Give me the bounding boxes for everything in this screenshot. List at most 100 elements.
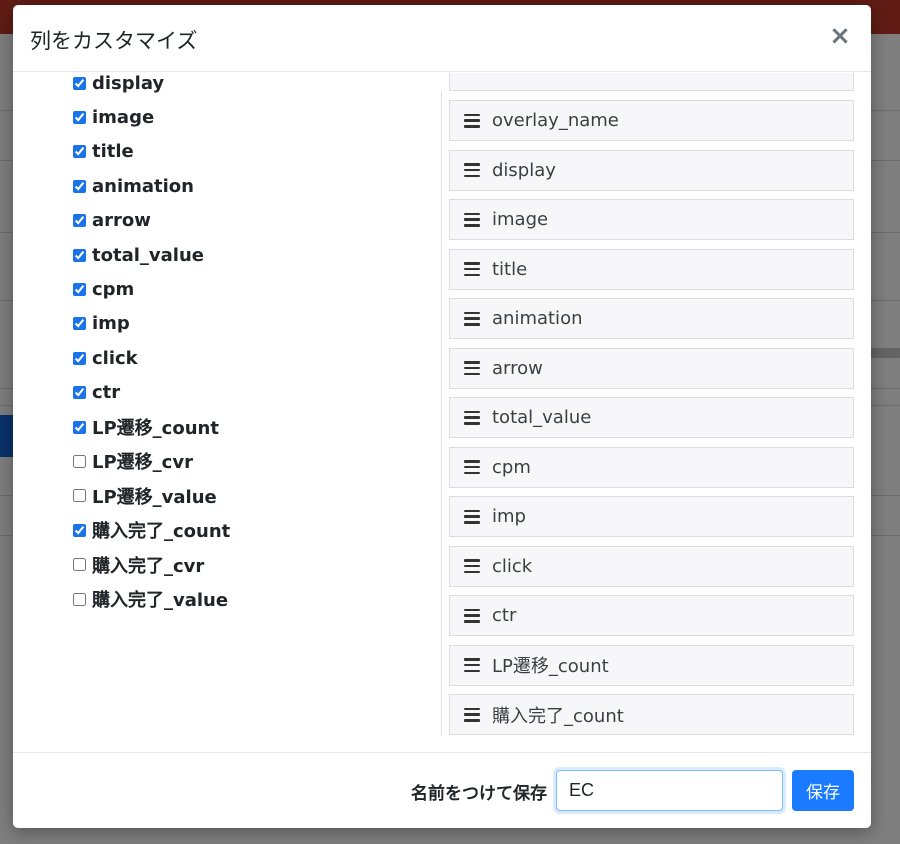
column-checkbox-item[interactable]: cpm [73, 274, 134, 304]
sortable-column-label: title [492, 258, 528, 280]
column-checkbox[interactable] [73, 489, 86, 503]
drag-handle-icon[interactable] [464, 509, 480, 524]
sortable-column-item[interactable]: cpm [449, 446, 854, 488]
column-checkbox[interactable] [73, 179, 86, 193]
column-checkbox-label: 購入完了_count [92, 521, 231, 543]
list-item-partial [449, 73, 854, 91]
drag-handle-icon[interactable] [464, 163, 480, 177]
sortable-column-label: LP遷移_count [492, 656, 609, 677]
column-divider [441, 91, 442, 736]
sortable-column-item[interactable]: 購入完了_count [449, 694, 854, 735]
column-checkbox-item[interactable]: image [73, 102, 154, 132]
save-button[interactable]: 保存 [792, 770, 854, 811]
close-icon[interactable]: × [825, 21, 855, 51]
modal-header: 列をカスタマイズ × [13, 5, 871, 72]
sortable-column-item[interactable]: imp [449, 496, 854, 537]
sortable-column-item[interactable]: title [449, 248, 854, 290]
column-checkbox-label: LP遷移_cvr [92, 452, 193, 474]
sortable-column-label: display [492, 159, 556, 181]
column-checkbox-label: display [92, 73, 165, 94]
column-checkbox-item[interactable]: 購入完了_cvr [73, 550, 204, 580]
column-checkbox-item[interactable]: title [73, 137, 134, 167]
column-checkbox[interactable] [73, 214, 86, 228]
column-checkbox-label: imp [92, 313, 130, 335]
preset-name-input[interactable] [556, 770, 783, 811]
sortable-column-label: animation [492, 308, 583, 329]
modal-footer: 名前をつけて保存 保存 [13, 752, 871, 828]
column-checkbox[interactable] [73, 420, 86, 434]
column-checkbox-item[interactable]: total_value [73, 240, 204, 270]
drag-handle-icon[interactable] [464, 559, 480, 573]
drag-handle-icon[interactable] [464, 361, 480, 375]
sortable-column-label: ctr [492, 605, 517, 626]
column-checkbox-item[interactable]: LP遷移_count [73, 412, 219, 442]
column-checkbox-item[interactable]: click [73, 343, 138, 373]
column-checkbox-label: image [92, 106, 155, 128]
drag-handle-icon[interactable] [464, 113, 480, 128]
drag-handle-icon[interactable] [464, 460, 480, 474]
drag-handle-icon[interactable] [464, 658, 480, 672]
column-checkbox[interactable] [73, 592, 86, 606]
column-checkbox-label: 購入完了_value [92, 590, 229, 611]
sortable-column-item[interactable]: display [449, 149, 854, 191]
column-checkbox[interactable] [73, 248, 86, 262]
sortable-column-item[interactable]: image [449, 199, 854, 240]
column-order-list: overlay_namedisplay image title animation ar… [449, 73, 854, 738]
column-checkbox-item[interactable]: arrow [73, 206, 151, 236]
sortable-column-label: total_value [492, 407, 592, 428]
column-checkbox-list: display image title animation arrow total_val… [73, 73, 433, 751]
sortable-column-label: arrow [492, 357, 543, 379]
drag-handle-icon[interactable] [464, 311, 480, 326]
column-checkbox-label: LP遷移_value [92, 486, 217, 508]
sortable-column-item[interactable]: total_value [449, 397, 854, 438]
sortable-column-item[interactable]: ctr [449, 595, 854, 636]
column-checkbox[interactable] [73, 282, 86, 296]
sortable-column-item[interactable]: click [449, 545, 854, 587]
column-checkbox-item[interactable]: 購入完了_count [73, 515, 230, 545]
drag-handle-icon[interactable] [464, 410, 480, 425]
column-checkbox[interactable] [73, 110, 86, 124]
sortable-column-label: click [492, 555, 533, 577]
column-checkbox[interactable] [73, 454, 86, 468]
column-checkbox[interactable] [73, 145, 86, 159]
sortable-column-label: imp [492, 506, 526, 527]
column-checkbox-item[interactable]: LP遷移_value [73, 481, 217, 511]
column-checkbox-label: total_value [92, 244, 204, 266]
column-checkbox-item[interactable]: animation [73, 171, 194, 201]
column-checkbox[interactable] [73, 317, 86, 331]
column-checkbox-item[interactable]: display [73, 73, 164, 98]
column-checkbox[interactable] [73, 76, 86, 90]
drag-handle-icon[interactable] [464, 262, 480, 276]
sortable-column-item[interactable]: animation [449, 298, 854, 339]
column-checkbox[interactable] [73, 558, 86, 572]
column-checkbox[interactable] [73, 351, 86, 365]
column-checkbox-label: LP遷移_count [92, 418, 219, 439]
sortable-column-label: cpm [492, 456, 531, 478]
column-checkbox-label: click [92, 347, 138, 369]
drag-handle-icon[interactable] [464, 608, 480, 623]
column-checkbox[interactable] [73, 523, 86, 537]
drag-handle-icon[interactable] [464, 212, 480, 227]
column-checkbox-item[interactable]: 購入完了_value [73, 584, 228, 614]
column-checkbox-label: cpm [92, 278, 135, 300]
column-checkbox-item[interactable]: ctr [73, 378, 120, 408]
modal-body: display image title animation arrow total_val… [13, 73, 871, 751]
modal-title: 列をカスタマイズ [30, 29, 198, 53]
drag-handle-icon[interactable] [464, 707, 480, 722]
column-checkbox-item[interactable]: LP遷移_cvr [73, 446, 193, 476]
sortable-column-item[interactable]: overlay_name [449, 100, 854, 141]
column-checkbox-label: title [92, 141, 134, 163]
sortable-column-item[interactable]: arrow [449, 347, 854, 389]
column-checkbox-label: ctr [92, 382, 121, 404]
sortable-column-label: image [492, 209, 549, 230]
column-checkbox-label: 購入完了_cvr [92, 555, 205, 577]
sortable-column-item[interactable]: LP遷移_count [449, 644, 854, 686]
sortable-column-label: overlay_name [492, 110, 619, 131]
sortable-column-label: 購入完了_count [492, 705, 624, 727]
column-checkbox-item[interactable]: imp [73, 309, 130, 339]
customize-columns-modal: 列をカスタマイズ × display image title animation arr… [13, 5, 871, 828]
column-checkbox[interactable] [73, 386, 86, 400]
save-name-label: 名前をつけて保存 [411, 784, 547, 804]
column-checkbox-label: arrow [92, 210, 151, 232]
column-checkbox-label: animation [92, 175, 194, 197]
